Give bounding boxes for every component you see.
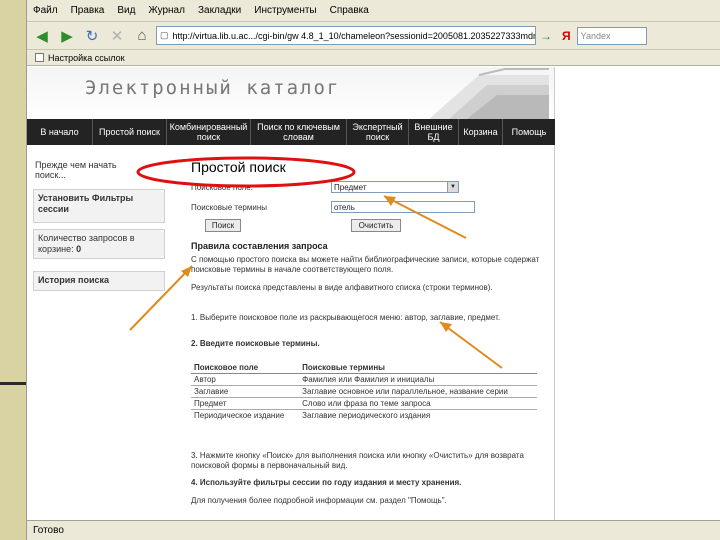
query-count-label: Количество запросов в корзине:	[38, 233, 135, 254]
search-history-label: История поиска	[38, 275, 110, 285]
table-cell: Слово или фраза по теме запроса	[299, 397, 537, 410]
rules-more-info: Для получения более подробной информации…	[191, 496, 447, 505]
yandex-logo[interactable]: Я	[562, 29, 571, 43]
address-text: http://virtua.lib.u.ac.../cgi-bin/gw 4.8…	[172, 30, 536, 41]
rules-intro: С помощью простого поиска вы можете найт…	[191, 255, 540, 274]
slide-left-stripe	[0, 0, 26, 540]
query-count-value: 0	[76, 244, 82, 254]
table-cell: Предмет	[191, 397, 300, 410]
table-cell: Заглавие	[191, 385, 300, 398]
table-cell: Заглавие периодического издания	[299, 409, 537, 421]
nav-keyword-search[interactable]: Поиск по ключевым словам	[251, 119, 347, 145]
rules-step1: 1. Выберите поисковое поле из раскрывающ…	[191, 313, 501, 322]
table-row: Предмет Слово или фраза по теме запроса	[191, 397, 537, 410]
menu-bar: Файл Правка Вид Журнал Закладки Инструме…	[27, 0, 720, 22]
nav-external-db[interactable]: Внешние БД	[409, 119, 459, 145]
search-field-value: Предмет	[334, 182, 367, 192]
reload-icon[interactable]: ↻	[81, 25, 103, 47]
search-title: Простой поиск	[191, 159, 286, 175]
search-terms-table: Поисковое поле Поисковые термины Автор Ф…	[191, 362, 537, 421]
search-field-select[interactable]: Предмет ▼	[331, 181, 459, 193]
status-bar: Готово	[27, 520, 720, 540]
terms-label: Поисковые термины	[191, 203, 267, 212]
sidebar-set-filters[interactable]: Установить Фильтры сессии	[33, 189, 165, 223]
menu-bookmarks[interactable]: Закладки	[198, 5, 241, 16]
menu-edit[interactable]: Правка	[71, 5, 105, 16]
search-main: Простой поиск Поисковое поле: Предмет ▼ …	[179, 145, 551, 520]
catalog-title: Электронный каталог	[85, 77, 341, 99]
page-content: Электронный каталог В начало Простой пои…	[27, 67, 720, 520]
slide: Файл Правка Вид Журнал Закладки Инструме…	[0, 0, 720, 540]
yandex-search-input[interactable]: Yandex	[576, 26, 647, 45]
table-cell: Периодическое издание	[191, 409, 300, 421]
browser-window: Файл Правка Вид Журнал Закладки Инструме…	[26, 0, 720, 540]
status-text: Готово	[33, 525, 64, 536]
nav-combined-search[interactable]: Комбинированный поиск	[167, 119, 251, 145]
home-icon[interactable]: ⌂	[131, 25, 153, 47]
table-cell: Автор	[191, 373, 300, 386]
table-cell: Заглавие основное или параллельное, назв…	[299, 385, 537, 398]
clear-button[interactable]: Очистить	[351, 219, 401, 232]
sidebar-query-count: Количество запросов в корзине: 0	[33, 229, 165, 259]
address-bar[interactable]: ▢ http://virtua.lib.u.ac.../cgi-bin/gw 4…	[156, 26, 536, 45]
links-bar: Настройка ссылок	[27, 50, 720, 66]
forward-arrow-icon[interactable]: ▶	[56, 25, 78, 47]
nav-help[interactable]: Помощь	[503, 119, 555, 145]
nav-expert-search[interactable]: Экспертный поиск	[347, 119, 409, 145]
menu-file[interactable]: Файл	[33, 5, 58, 16]
menu-view[interactable]: Вид	[117, 5, 135, 16]
catalog-page: Электронный каталог В начало Простой пои…	[27, 67, 555, 520]
rules-title: Правила составления запроса	[191, 241, 328, 251]
back-arrow-icon[interactable]: ◀	[31, 25, 53, 47]
table-cell: Фамилия или Фамилия и инициалы	[299, 373, 537, 386]
rules-step2: 2. Введите поисковые термины.	[191, 339, 320, 348]
table-row: Периодическое издание Заглавие периодиче…	[191, 409, 537, 421]
chevron-down-icon[interactable]: ▼	[447, 182, 458, 192]
menu-tools[interactable]: Инструменты	[254, 5, 316, 16]
go-arrow-icon[interactable]: →	[540, 29, 552, 43]
links-bar-item[interactable]: Настройка ссылок	[48, 53, 125, 63]
menu-help[interactable]: Справка	[330, 5, 369, 16]
nav-simple-search[interactable]: Простой поиск	[93, 119, 167, 145]
sidebar-search-history[interactable]: История поиска	[33, 271, 165, 291]
catalog-sidebar: Прежде чем начать поиск... Установить Фи…	[27, 145, 177, 520]
nav-cart[interactable]: Корзина	[459, 119, 503, 145]
navigation-toolbar: ◀ ▶ ↻ ✕ ⌂ ▢ http://virtua.lib.u.ac.../cg…	[27, 22, 720, 50]
rules-step4: 4. Используйте фильтры сессии по году из…	[191, 478, 462, 487]
catalog-banner: Электронный каталог	[27, 67, 554, 119]
table-header-terms: Поисковые термины	[299, 362, 537, 374]
page-icon: ▢	[160, 30, 169, 40]
menu-history[interactable]: Журнал	[148, 5, 185, 16]
nav-home[interactable]: В начало	[27, 119, 93, 145]
rules-step3: 3. Нажмите кнопку «Поиск» для выполнения…	[191, 451, 524, 470]
catalog-nav: В начало Простой поиск Комбинированный п…	[27, 119, 555, 145]
sidebar-before-start[interactable]: Прежде чем начать поиск...	[35, 160, 139, 180]
slide-accent-line	[0, 382, 28, 385]
book-illustration-icon	[429, 68, 549, 119]
table-row: Автор Фамилия или Фамилия и инициалы	[191, 373, 537, 386]
field-label: Поисковое поле:	[191, 183, 253, 192]
stop-icon[interactable]: ✕	[106, 25, 128, 47]
link-page-icon	[35, 53, 44, 62]
search-button[interactable]: Поиск	[205, 219, 241, 232]
table-header-field: Поисковое поле	[191, 362, 300, 374]
rules-result-note: Результаты поиска представлены в виде ал…	[191, 283, 493, 292]
search-terms-input[interactable]: отель	[331, 201, 475, 213]
set-filters-label: Установить Фильтры сессии	[38, 193, 134, 214]
table-row: Заглавие Заглавие основное или параллель…	[191, 385, 537, 398]
